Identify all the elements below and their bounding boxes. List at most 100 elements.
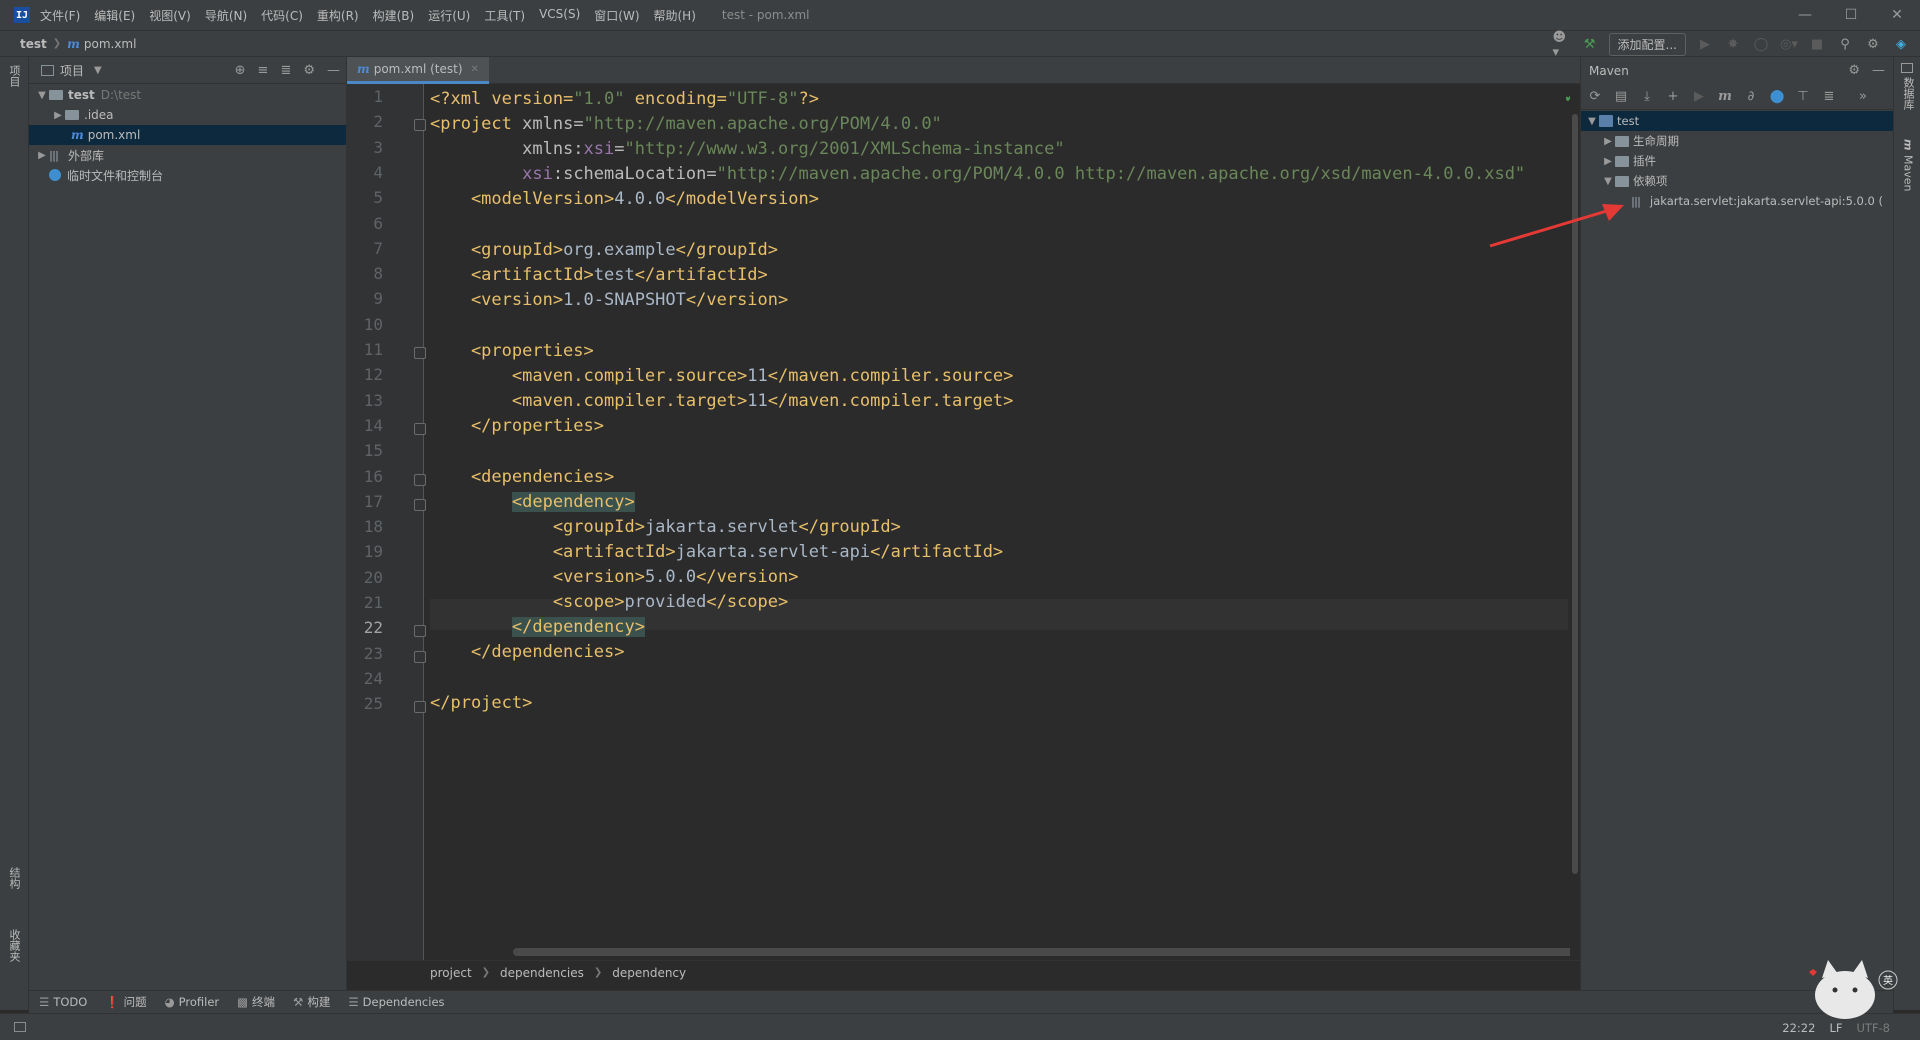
project-view-selector[interactable]: 项目 bbox=[60, 62, 84, 79]
fold-marker-icon[interactable] bbox=[414, 498, 426, 511]
chevron-right-icon[interactable]: ▶ bbox=[1601, 136, 1615, 147]
chevron-right-icon[interactable]: ▶ bbox=[1601, 156, 1615, 167]
fold-marker-icon[interactable] bbox=[414, 422, 426, 435]
breadcrumb-dependency[interactable]: dependency bbox=[612, 966, 686, 980]
menu-build[interactable]: 构建(B) bbox=[373, 7, 415, 24]
collapse-all-icon[interactable]: ≣ bbox=[1821, 88, 1837, 106]
hide-icon[interactable]: — bbox=[1872, 63, 1885, 78]
tool-terminal[interactable]: ▩ 终端 bbox=[237, 994, 275, 1010]
line-number[interactable]: 17 bbox=[353, 492, 383, 511]
tool-todo[interactable]: ☰ TODO bbox=[39, 995, 87, 1009]
menu-vcs[interactable]: VCS(S) bbox=[539, 7, 580, 24]
gear-icon[interactable]: ⚙ bbox=[303, 63, 315, 78]
tool-dependencies[interactable]: ☰ Dependencies bbox=[348, 995, 444, 1009]
tab-structure[interactable]: 结构 bbox=[4, 867, 24, 889]
fold-marker-icon[interactable] bbox=[414, 347, 426, 359]
menu-window[interactable]: 窗口(W) bbox=[594, 7, 639, 24]
chevron-down-icon[interactable]: ▼ bbox=[94, 65, 102, 76]
line-number[interactable]: 7 bbox=[353, 239, 383, 258]
tab-favorites[interactable]: 收藏夹 bbox=[4, 929, 24, 962]
line-number[interactable]: 1 bbox=[353, 87, 383, 106]
line-number[interactable]: 4 bbox=[353, 163, 383, 182]
menu-edit[interactable]: 编辑(E) bbox=[94, 7, 135, 24]
chevron-right-icon[interactable]: ▶ bbox=[35, 150, 49, 161]
line-number[interactable]: 20 bbox=[353, 568, 383, 587]
update-icon[interactable]: ◈ bbox=[1892, 36, 1910, 54]
minimize-icon[interactable]: — bbox=[1782, 0, 1828, 30]
build-hammer-icon[interactable]: ⚒ bbox=[1581, 36, 1599, 54]
fold-marker-icon[interactable] bbox=[414, 119, 426, 132]
close-tab-icon[interactable]: ✕ bbox=[471, 64, 479, 75]
expand-all-icon[interactable]: ≡ bbox=[258, 63, 269, 78]
maven-goal-icon[interactable]: m bbox=[1717, 88, 1733, 106]
line-number[interactable]: 3 bbox=[353, 138, 383, 157]
chevron-down-icon[interactable]: ▼ bbox=[35, 90, 49, 101]
menu-run[interactable]: 运行(U) bbox=[428, 7, 470, 24]
maven-item-lifecycle[interactable]: ▶ 生命周期 bbox=[1581, 131, 1893, 151]
close-icon[interactable]: ✕ bbox=[1874, 0, 1920, 30]
line-number[interactable]: 6 bbox=[353, 214, 383, 233]
coverage-icon[interactable]: ◯ bbox=[1752, 36, 1770, 54]
add-icon[interactable]: + bbox=[1665, 88, 1681, 106]
add-configuration-button[interactable]: 添加配置... bbox=[1608, 33, 1686, 56]
chevron-down-icon[interactable]: ▼ bbox=[1585, 116, 1599, 127]
line-number[interactable]: 10 bbox=[353, 315, 383, 334]
tool-profiler[interactable]: ◕ Profiler bbox=[165, 995, 220, 1009]
run-icon[interactable]: ▶ bbox=[1696, 36, 1714, 54]
code-area[interactable]: <?xml version="1.0" encoding="UTF-8"?> <… bbox=[430, 84, 1573, 960]
horizontal-scrollbar[interactable] bbox=[513, 948, 1573, 956]
line-number[interactable]: 15 bbox=[353, 441, 383, 460]
line-number[interactable]: 12 bbox=[353, 365, 383, 384]
line-number[interactable]: 21 bbox=[353, 593, 383, 612]
tree-item-external-libs[interactable]: ▶ ||| 外部库 bbox=[29, 145, 346, 165]
line-number[interactable]: 25 bbox=[353, 694, 383, 713]
gear-icon[interactable]: ⚙ bbox=[1848, 63, 1860, 78]
chevron-right-icon[interactable]: ▶ bbox=[51, 110, 65, 121]
toggle-tool-windows-icon[interactable] bbox=[14, 1022, 26, 1032]
nav-file[interactable]: pom.xml bbox=[84, 37, 137, 51]
tree-item-scratches[interactable]: 临时文件和控制台 bbox=[29, 165, 346, 185]
download-icon[interactable]: ⤓ bbox=[1639, 88, 1655, 106]
locate-icon[interactable]: ⊕ bbox=[235, 63, 246, 78]
chevron-down-icon[interactable]: ▼ bbox=[1601, 176, 1615, 187]
tool-build[interactable]: ⚒ 构建 bbox=[293, 994, 330, 1010]
maven-item-plugins[interactable]: ▶ 插件 bbox=[1581, 151, 1893, 171]
more-icon[interactable]: » bbox=[1855, 88, 1871, 106]
line-number[interactable]: 16 bbox=[353, 467, 383, 486]
fold-marker-icon[interactable] bbox=[414, 625, 426, 638]
menu-view[interactable]: 视图(V) bbox=[149, 7, 191, 24]
code-editor[interactable]: 1 2 3 4 5 6 7 8 9 10 11 12 13 14 15 16 17 18 19 20 21 22 23 24 2… bbox=[347, 84, 1580, 960]
tool-problems[interactable]: ❗ 问题 bbox=[105, 994, 146, 1010]
menu-file[interactable]: 文件(F) bbox=[40, 7, 80, 24]
user-icon[interactable]: ☻▾ bbox=[1553, 30, 1571, 60]
menu-code[interactable]: 代码(C) bbox=[261, 7, 303, 24]
line-number[interactable]: 11 bbox=[353, 340, 383, 359]
line-number[interactable]: 13 bbox=[353, 391, 383, 410]
maximize-icon[interactable]: ☐ bbox=[1828, 0, 1874, 30]
hide-icon[interactable]: — bbox=[327, 63, 340, 78]
fold-marker-icon[interactable] bbox=[414, 473, 426, 486]
show-dependencies-icon[interactable]: ⊤ bbox=[1795, 88, 1811, 106]
gear-icon[interactable]: ⚙ bbox=[1864, 36, 1882, 54]
line-number[interactable]: 18 bbox=[353, 517, 383, 536]
collapse-all-icon[interactable]: ≣ bbox=[280, 63, 291, 78]
menu-help[interactable]: 帮助(H) bbox=[654, 7, 696, 24]
fold-marker-icon[interactable] bbox=[414, 701, 426, 714]
nav-project[interactable]: test bbox=[20, 37, 47, 51]
tree-item-pom[interactable]: m pom.xml bbox=[29, 125, 346, 145]
line-number[interactable]: 9 bbox=[353, 289, 383, 308]
toggle-offline-icon[interactable]: ∂ bbox=[1743, 88, 1759, 106]
breadcrumb-project[interactable]: project bbox=[430, 966, 472, 980]
menu-navigate[interactable]: 导航(N) bbox=[205, 7, 247, 24]
line-number[interactable]: 8 bbox=[353, 264, 383, 283]
tree-item-idea[interactable]: ▶ .idea bbox=[29, 105, 346, 125]
line-number[interactable]: 14 bbox=[353, 416, 383, 435]
generate-sources-icon[interactable]: ▤ bbox=[1613, 88, 1629, 106]
line-number[interactable]: 19 bbox=[353, 542, 383, 561]
reload-icon[interactable]: ⟳ bbox=[1587, 88, 1603, 106]
line-number[interactable]: 2 bbox=[353, 112, 383, 131]
maven-item-dependencies[interactable]: ▼ 依赖项 bbox=[1581, 171, 1893, 191]
tree-item-root[interactable]: ▼ test D:\test bbox=[29, 85, 346, 105]
fold-marker-icon[interactable] bbox=[414, 650, 426, 663]
menu-tools[interactable]: 工具(T) bbox=[484, 7, 525, 24]
